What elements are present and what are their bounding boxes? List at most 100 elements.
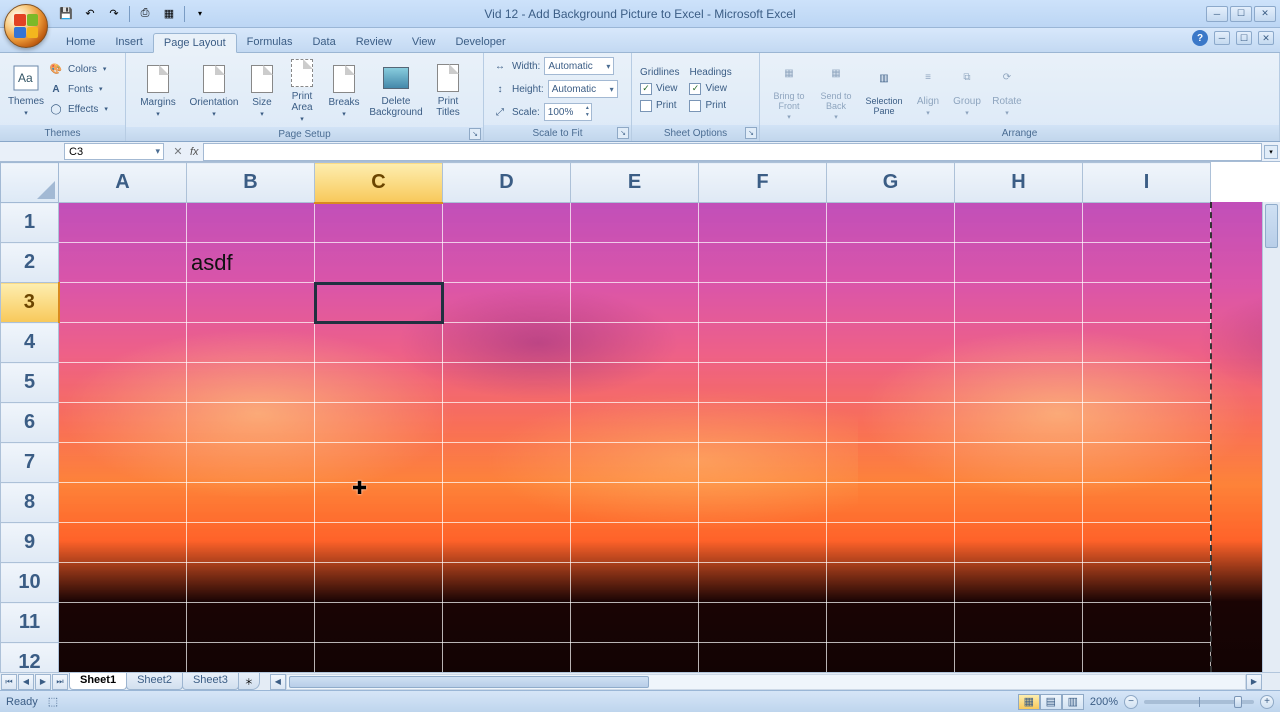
- cell[interactable]: [187, 203, 315, 243]
- cell[interactable]: [1083, 323, 1211, 363]
- themes-button[interactable]: Aa Themes ▾: [6, 60, 46, 119]
- row-header[interactable]: 9: [1, 523, 59, 563]
- cell[interactable]: [955, 563, 1083, 603]
- cell[interactable]: [59, 323, 187, 363]
- column-header[interactable]: I: [1083, 163, 1211, 203]
- cell[interactable]: [699, 603, 827, 643]
- cell[interactable]: [827, 483, 955, 523]
- cell[interactable]: [1083, 363, 1211, 403]
- row-header[interactable]: 1: [1, 203, 59, 243]
- scroll-thumb[interactable]: [1265, 204, 1278, 248]
- colors-button[interactable]: 🎨Colors▾: [46, 60, 110, 78]
- cell[interactable]: [571, 283, 699, 323]
- tab-insert[interactable]: Insert: [105, 33, 153, 52]
- column-header[interactable]: F: [699, 163, 827, 203]
- cell[interactable]: [59, 363, 187, 403]
- vertical-scrollbar[interactable]: [1262, 202, 1280, 672]
- cell[interactable]: [955, 403, 1083, 443]
- macro-record-icon[interactable]: ⬚: [48, 695, 58, 708]
- cell[interactable]: [443, 363, 571, 403]
- zoom-out-button[interactable]: −: [1124, 695, 1138, 709]
- cell[interactable]: [315, 443, 443, 483]
- tab-developer[interactable]: Developer: [445, 33, 515, 52]
- tab-home[interactable]: Home: [56, 33, 105, 52]
- cell[interactable]: [59, 523, 187, 563]
- cell[interactable]: [59, 563, 187, 603]
- next-sheet-button[interactable]: ▶: [35, 674, 51, 690]
- scale-spinner[interactable]: 100%: [544, 103, 592, 121]
- cell[interactable]: [827, 243, 955, 283]
- cell[interactable]: [187, 283, 315, 323]
- cell[interactable]: [443, 283, 571, 323]
- cell[interactable]: [315, 523, 443, 563]
- cell[interactable]: [187, 403, 315, 443]
- cell[interactable]: [443, 243, 571, 283]
- select-all-corner[interactable]: [1, 163, 59, 203]
- row-header[interactable]: 6: [1, 403, 59, 443]
- cell[interactable]: [1083, 443, 1211, 483]
- row-header[interactable]: 10: [1, 563, 59, 603]
- cell[interactable]: [699, 203, 827, 243]
- cell[interactable]: [827, 323, 955, 363]
- tab-page-layout[interactable]: Page Layout: [153, 33, 237, 53]
- cell[interactable]: [1083, 203, 1211, 243]
- cell[interactable]: [571, 403, 699, 443]
- cell[interactable]: [571, 443, 699, 483]
- page-layout-view-button[interactable]: ▤: [1040, 694, 1062, 710]
- cell[interactable]: [827, 603, 955, 643]
- sheet-tab[interactable]: Sheet1: [69, 673, 127, 690]
- cell[interactable]: [443, 603, 571, 643]
- redo-icon[interactable]: ↷: [104, 4, 124, 24]
- sheet-tab[interactable]: Sheet3: [182, 673, 239, 690]
- last-sheet-button[interactable]: ⏭: [52, 674, 68, 690]
- qat-custom-icon[interactable]: ▦: [159, 4, 179, 24]
- cell[interactable]: [699, 563, 827, 603]
- cell[interactable]: [955, 603, 1083, 643]
- cell[interactable]: [59, 203, 187, 243]
- dialog-launcher-icon[interactable]: ↘: [745, 127, 757, 139]
- row-header[interactable]: 4: [1, 323, 59, 363]
- cell[interactable]: [443, 563, 571, 603]
- restore-workbook-button[interactable]: ☐: [1236, 31, 1252, 45]
- gridlines-view-checkbox[interactable]: ✓View: [638, 82, 681, 96]
- print-area-button[interactable]: Print Area▾: [282, 55, 322, 125]
- cell[interactable]: [1083, 563, 1211, 603]
- column-header[interactable]: H: [955, 163, 1083, 203]
- selection-pane-button[interactable]: ▥Selection Pane: [860, 60, 908, 118]
- cell[interactable]: [571, 523, 699, 563]
- office-button[interactable]: [4, 4, 48, 48]
- cell[interactable]: [187, 483, 315, 523]
- scroll-right-button[interactable]: ▶: [1246, 674, 1262, 690]
- height-combo[interactable]: Automatic▾: [548, 80, 618, 98]
- orientation-button[interactable]: Orientation▾: [186, 61, 242, 120]
- cell[interactable]: [315, 243, 443, 283]
- close-workbook-button[interactable]: ✕: [1258, 31, 1274, 45]
- active-cell[interactable]: [315, 283, 443, 323]
- scroll-thumb[interactable]: [289, 676, 649, 688]
- print-titles-button[interactable]: Print Titles: [428, 60, 468, 120]
- row-header[interactable]: 5: [1, 363, 59, 403]
- cell[interactable]: [571, 603, 699, 643]
- cell[interactable]: [1083, 603, 1211, 643]
- cell[interactable]: [955, 203, 1083, 243]
- cell[interactable]: [955, 323, 1083, 363]
- dialog-launcher-icon[interactable]: ↘: [469, 128, 481, 140]
- tab-view[interactable]: View: [402, 33, 446, 52]
- cell[interactable]: [443, 443, 571, 483]
- rotate-button[interactable]: ⟳Rotate▾: [988, 60, 1026, 119]
- maximize-button[interactable]: ☐: [1230, 6, 1252, 22]
- cell[interactable]: [315, 363, 443, 403]
- bring-to-front-button[interactable]: ▦Bring to Front▾: [766, 55, 812, 123]
- cell[interactable]: [187, 363, 315, 403]
- cell[interactable]: [699, 283, 827, 323]
- column-header[interactable]: G: [827, 163, 955, 203]
- cell[interactable]: [699, 483, 827, 523]
- send-to-back-button[interactable]: ▦Send to Back▾: [814, 55, 858, 123]
- cell[interactable]: [443, 523, 571, 563]
- cell[interactable]: [571, 363, 699, 403]
- effects-button[interactable]: ◯Effects▾: [46, 100, 110, 118]
- zoom-level[interactable]: 200%: [1090, 696, 1118, 708]
- cell[interactable]: [699, 403, 827, 443]
- cell[interactable]: [187, 603, 315, 643]
- cell[interactable]: [827, 443, 955, 483]
